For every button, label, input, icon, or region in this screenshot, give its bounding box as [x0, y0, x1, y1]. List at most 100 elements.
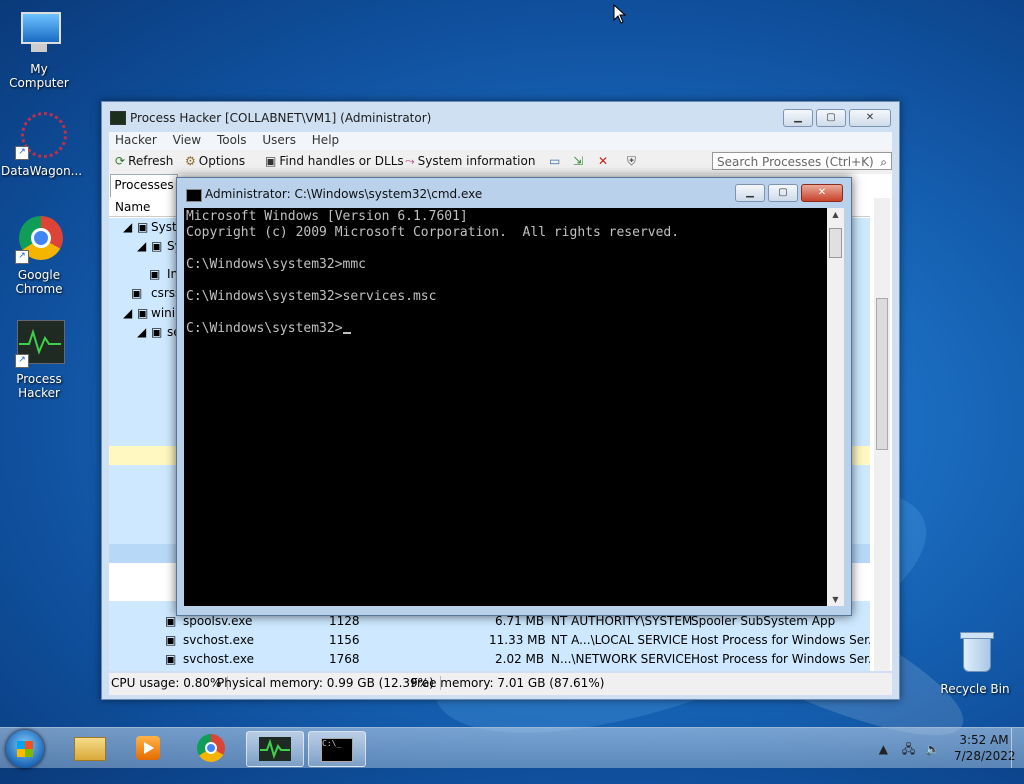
refresh-button[interactable]: ⟳ Refresh [115, 154, 173, 168]
shortcut-arrow-icon: ↗ [15, 250, 29, 264]
taskbar-process-hacker[interactable] [246, 731, 304, 767]
desktop-icon-label: Google Chrome [15, 268, 63, 296]
desktop-icon-label: Process Hacker [16, 372, 62, 400]
taskbar-media-player[interactable] [122, 731, 178, 765]
start-button[interactable] [6, 730, 44, 768]
physical-memory: Physical memory: 0.99 GB (12.39%) [217, 676, 441, 690]
system-information-button[interactable]: ⤳ System information [405, 154, 535, 169]
process-hacker-icon: ↗ [15, 320, 65, 368]
process-pid: 1156 [329, 633, 360, 647]
menu-hacker[interactable]: Hacker [109, 132, 163, 148]
console-line: Microsoft Windows [Version 6.1.7601] [186, 209, 468, 224]
minimize-button[interactable]: ▁ [735, 184, 765, 202]
toolbar: ⟳ Refresh ⚙ Options ▣ Find handles or DLLs … [109, 150, 892, 174]
maximize-button[interactable]: ▢ [768, 184, 798, 202]
text-cursor [342, 332, 351, 334]
desktop-icon-datawagon[interactable]: ↗ DataWagon... [1, 112, 82, 178]
options-button[interactable]: ⚙ Options [185, 154, 245, 168]
tree-expander-icon: ◢ [123, 220, 133, 234]
clock[interactable]: 3:52 AM 7/28/2022 [954, 732, 1016, 764]
process-description: Host Process for Windows Ser... [691, 633, 870, 647]
table-row[interactable]: ▣ svchost.exe 1768 2.02 MB N...\NETWORK … [109, 650, 870, 669]
process-icon: ▣ [165, 633, 177, 647]
status-bar: CPU usage: 0.80% Physical memory: 0.99 G… [109, 673, 892, 695]
menu-view[interactable]: View [167, 132, 207, 148]
scrollbar-thumb[interactable] [829, 228, 842, 258]
chrome-center [205, 742, 217, 754]
chart-icon: ⤳ [405, 154, 415, 168]
menu-help[interactable]: Help [306, 132, 345, 148]
search-placeholder: Search Processes (Ctrl+K) [717, 155, 874, 169]
show-desktop-button[interactable] [1011, 728, 1024, 768]
console-prompt-line: C:\Windows\system32> [186, 321, 825, 337]
process-icon: ▣ [151, 239, 163, 253]
search-icon: ⌕ [880, 155, 887, 169]
datawagon-icon: ↗ [15, 112, 67, 160]
menu-tools[interactable]: Tools [211, 132, 253, 148]
chrome-icon: ↗ [15, 216, 63, 264]
close-button[interactable]: ✕ [849, 109, 891, 127]
console-scrollbar[interactable]: ▲ ▼ [827, 208, 844, 606]
process-icon: ▣ [165, 614, 177, 628]
process-list-scrollbar[interactable] [874, 198, 890, 671]
tree-expander-icon: ◢ [137, 239, 147, 253]
cmd-icon [186, 189, 202, 202]
console-prompt: C:\Windows\system32> [186, 321, 343, 336]
shield-icon[interactable]: ⛨ [627, 154, 636, 169]
binoculars-icon: ▣ [265, 154, 277, 168]
console-output[interactable]: Microsoft Windows [Version 6.1.7601] Cop… [184, 208, 827, 606]
options-label: Options [198, 154, 246, 168]
process-icon: ▣ [137, 306, 149, 320]
find-handles-label: Find handles or DLLs [279, 154, 404, 168]
cmd-window[interactable]: Administrator: C:\Windows\system32\cmd.e… [176, 177, 852, 616]
search-input[interactable]: Search Processes (Ctrl+K) ⌕ [712, 152, 892, 170]
process-icon: ▣ [165, 652, 177, 666]
taskbar-cmd[interactable]: C:\_ [308, 731, 366, 767]
title-bar[interactable]: Administrator: C:\Windows\system32\cmd.e… [177, 178, 851, 208]
taskbar-chrome[interactable] [184, 731, 240, 765]
find-handles-button[interactable]: ▣ Find handles or DLLs [265, 154, 404, 168]
desktop-icon-google-chrome[interactable]: ↗ Google Chrome [1, 216, 77, 296]
process-user: NT A...\LOCAL SERVICE [551, 633, 688, 647]
taskbar-explorer[interactable] [62, 731, 118, 765]
console-line: C:\Windows\system32>services.msc [186, 289, 437, 304]
desktop-icon-process-hacker[interactable]: ↗ Process Hacker [1, 320, 77, 400]
console-line: C:\Windows\system32>mmc [186, 257, 367, 272]
go-to-icon[interactable]: ⇲ [573, 154, 583, 168]
play-icon [144, 742, 154, 754]
process-icon: ▣ [151, 325, 163, 339]
window-icon[interactable]: ▭ [549, 154, 560, 168]
refresh-icon: ⟳ [115, 154, 126, 168]
folder-icon [74, 737, 106, 761]
clock-date: 7/28/2022 [954, 749, 1016, 763]
show-hidden-icons-icon[interactable]: ▲ [879, 742, 888, 756]
menu-users[interactable]: Users [256, 132, 302, 148]
terminate-icon[interactable]: ✕ [598, 154, 608, 168]
close-button[interactable]: ✕ [801, 184, 843, 202]
scroll-up-arrow-icon[interactable]: ▲ [827, 210, 844, 219]
desktop-icon-label: DataWagon... [1, 164, 83, 178]
free-memory: Free memory: 7.01 GB (87.61%) [411, 676, 605, 690]
tab-processes[interactable]: Processes [110, 174, 178, 197]
clock-time: 3:52 AM [959, 733, 1009, 747]
desktop-icon-my-computer[interactable]: My Computer [1, 10, 77, 90]
process-name: svchost.exe [183, 652, 254, 666]
scrollbar-thumb[interactable] [876, 298, 888, 450]
scroll-down-arrow-icon[interactable]: ▼ [827, 595, 844, 604]
volume-icon[interactable]: 🔈 [925, 742, 940, 756]
title-bar[interactable]: Process Hacker [COLLABNET\VM1] (Administ… [102, 102, 899, 134]
process-memory: 11.33 MB [489, 633, 546, 647]
process-icon: ▣ [131, 286, 143, 300]
desktop-icon-recycle-bin[interactable]: Recycle Bin [937, 630, 1013, 696]
process-hacker-icon [259, 737, 291, 761]
window-title: Administrator: C:\Windows\system32\cmd.e… [205, 187, 483, 201]
system-information-label: System information [417, 154, 536, 168]
table-row[interactable]: ▣ svchost.exe 1156 11.33 MB NT A...\LOCA… [109, 631, 870, 650]
maximize-button[interactable]: ▢ [816, 109, 846, 127]
taskbar: C:\_ ▲ 🖧 🔈 3:52 AM 7/28/2022 [0, 727, 1024, 768]
minimize-button[interactable]: ▁ [783, 109, 813, 127]
network-icon[interactable]: 🖧 [902, 742, 915, 756]
